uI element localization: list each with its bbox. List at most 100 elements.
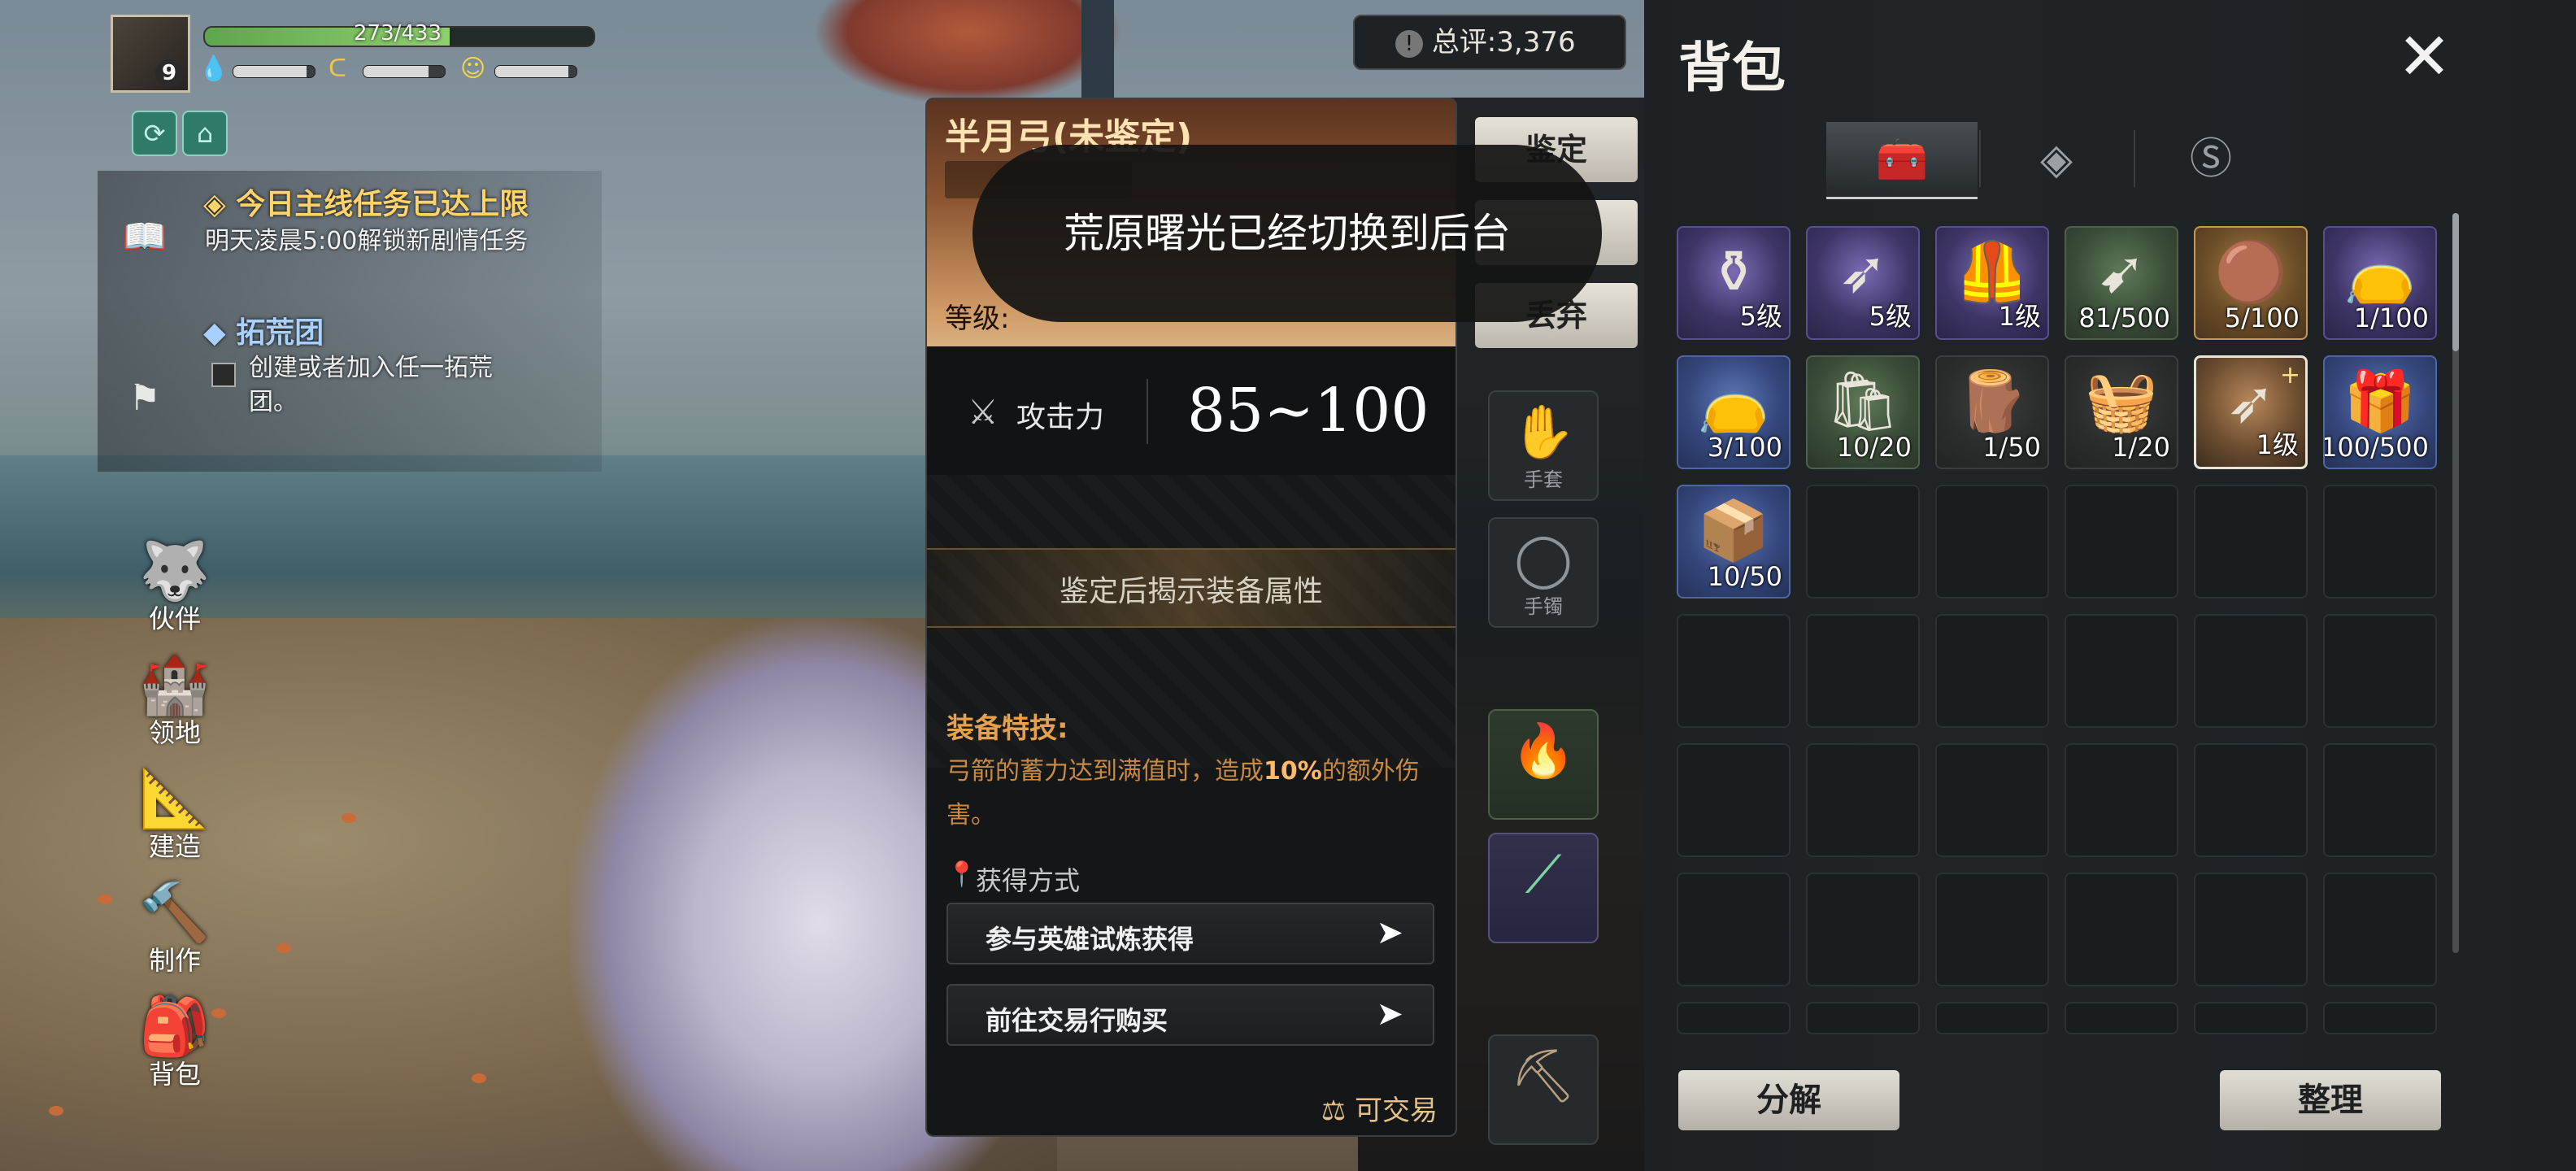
equip-slot-spear[interactable]: ⟋ xyxy=(1488,833,1599,943)
water-fill xyxy=(233,66,307,77)
main-quest-title-text: 今日主线任务已达上限 xyxy=(236,188,529,221)
inventory-slot-empty[interactable] xyxy=(1806,1002,1920,1034)
inventory-slot-item[interactable]: 🪵 1/50 xyxy=(1935,355,2049,469)
wolf-icon: 🐺 xyxy=(139,538,211,604)
build-icon: 📐 xyxy=(139,765,211,832)
inventory-slot-empty[interactable] xyxy=(1806,485,1920,599)
inventory-slot-empty[interactable] xyxy=(2065,485,2178,599)
supply-box-icon: 📦 xyxy=(1697,496,1770,564)
quest-panel[interactable]: 📖 ◈ 今日主线任务已达上限 明天凌晨5:00解锁新剧情任务 ⚑ ◆ 拓荒团 创… xyxy=(98,171,602,472)
inventory-slot-empty[interactable] xyxy=(2323,485,2437,599)
inventory-slot-empty[interactable] xyxy=(2323,873,2437,986)
tradable-tag: ⚖ 可交易 xyxy=(1321,1088,1438,1128)
item-quantity: 5/100 xyxy=(2224,303,2300,333)
equip-slot-torch[interactable]: 🔥 xyxy=(1488,709,1599,820)
decompose-button[interactable]: 分解 xyxy=(1678,1070,1899,1130)
equip-slot-bracelet[interactable]: ◯ 手镯 xyxy=(1488,517,1599,628)
attack-row: ⚔ 攻击力 85~100 xyxy=(927,346,1456,477)
inventory-slot-empty[interactable] xyxy=(1677,614,1791,728)
scrollbar-thumb[interactable] xyxy=(2452,213,2459,351)
potion-bag-icon: 👝 xyxy=(1697,367,1770,435)
item-quantity: 81/500 xyxy=(2078,303,2170,333)
upgrade-badge-icon: + xyxy=(2279,361,2300,390)
inventory-slot-item[interactable]: 🦺 1级 xyxy=(1935,226,2049,340)
inventory-slot-empty[interactable] xyxy=(2065,873,2178,986)
torch-icon: 🔥 xyxy=(1511,721,1576,781)
water-drop-icon: 💧 xyxy=(198,54,229,83)
inventory-slot-empty[interactable] xyxy=(1677,1002,1791,1034)
main-quest-title[interactable]: ◈ 今日主线任务已达上限 xyxy=(203,181,529,223)
spear-icon: ⟋ xyxy=(1525,845,1562,905)
inventory-slot-empty[interactable] xyxy=(1806,743,1920,857)
scale-icon: ⚖ xyxy=(1321,1095,1347,1127)
inventory-slot-empty[interactable] xyxy=(2065,743,2178,857)
inventory-slot-item[interactable]: 👝 1/100 xyxy=(2323,226,2437,340)
side-menu-build[interactable]: 📐 建造 xyxy=(130,764,220,864)
player-avatar[interactable]: 9 xyxy=(111,15,190,93)
inventory-slot-empty[interactable] xyxy=(2194,873,2308,986)
inventory-slot-empty[interactable] xyxy=(2323,743,2437,857)
inventory-slot-empty[interactable] xyxy=(1677,873,1791,986)
inventory-slot-empty[interactable] xyxy=(2194,485,2308,599)
tab-materials[interactable]: ◈ xyxy=(1981,122,2132,197)
inventory-slot-empty[interactable] xyxy=(2323,614,2437,728)
inventory-slot-item[interactable]: 🧺 1/20 xyxy=(2065,355,2178,469)
side-menu-backpack[interactable]: 🎒 背包 xyxy=(130,992,220,1091)
inventory-slot-item[interactable]: ⚱ 5级 xyxy=(1677,226,1791,340)
side-menu-territory[interactable]: 🏰 领地 xyxy=(130,651,220,750)
item-quantity: 100/500 xyxy=(2323,432,2429,463)
side-menu-craft[interactable]: 🔨 制作 xyxy=(130,878,220,977)
inventory-slot-item[interactable]: ➹ 81/500 xyxy=(2065,226,2178,340)
inventory-slot-empty[interactable] xyxy=(1935,485,2049,599)
side-menu-partner[interactable]: 🐺 伙伴 xyxy=(130,537,220,636)
leaf xyxy=(49,1106,63,1116)
obtain-title: 获得方式 xyxy=(976,865,1081,896)
quest-book-icon: 📖 xyxy=(122,216,168,258)
player-level: 9 xyxy=(155,59,183,87)
score-badge[interactable]: ! 总评:3,376 xyxy=(1353,15,1626,70)
guild-quest-title[interactable]: ◆ 拓荒团 xyxy=(203,309,324,351)
smile-icon: ☺ xyxy=(460,54,486,83)
buff-refresh-icon[interactable]: ⟳ xyxy=(132,111,177,156)
equip-slot-pickaxe[interactable]: ⛏ xyxy=(1488,1034,1599,1145)
glove-icon: ✋ xyxy=(1511,403,1576,463)
inventory-slot-empty[interactable] xyxy=(1935,743,2049,857)
inventory-slot-item[interactable]: 📦 10/50 xyxy=(1677,485,1791,599)
leaf xyxy=(472,1073,486,1083)
buff-home-icon[interactable]: ⌂ xyxy=(182,111,228,156)
inventory-slot-empty[interactable] xyxy=(1677,743,1791,857)
inventory-slot-empty[interactable] xyxy=(2065,614,2178,728)
sort-button[interactable]: 整理 xyxy=(2220,1070,2441,1130)
obtain-trade-button[interactable]: 前往交易行购买 ➤ xyxy=(946,984,1434,1046)
inventory-slot-empty[interactable] xyxy=(1935,614,2049,728)
inventory-slot-item[interactable]: 🎁 100/500 xyxy=(2323,355,2437,469)
inventory-slot-item[interactable]: ➶ 5级 xyxy=(1806,226,1920,340)
obtain-hero-trial-button[interactable]: 参与英雄试炼获得 ➤ xyxy=(946,903,1434,964)
equip-slot-gloves[interactable]: ✋ 手套 xyxy=(1488,390,1599,501)
inventory-slot-empty[interactable] xyxy=(1806,614,1920,728)
inventory-slot-empty[interactable] xyxy=(1935,1002,2049,1034)
inventory-slot-empty[interactable] xyxy=(1935,873,2049,986)
attack-label: 攻击力 xyxy=(1016,401,1105,434)
inventory-slot-empty[interactable] xyxy=(2194,743,2308,857)
inventory-slot-empty[interactable] xyxy=(2194,614,2308,728)
leather-icon: 🟤 xyxy=(2214,237,2287,306)
inventory-slot-item[interactable]: ➶ +1级 xyxy=(2194,355,2308,469)
inventory-slot-item[interactable]: 🟤 5/100 xyxy=(2194,226,2308,340)
autumn-tree xyxy=(813,0,1122,106)
castle-icon: 🏰 xyxy=(139,651,211,718)
inventory-slot-empty[interactable] xyxy=(2323,1002,2437,1034)
inventory-slot-empty[interactable] xyxy=(1806,873,1920,986)
inventory-slot-empty[interactable] xyxy=(2194,1002,2308,1034)
tab-currency[interactable]: Ⓢ xyxy=(2135,122,2287,197)
leaf xyxy=(98,895,112,904)
inventory-slot-item[interactable]: 👝 3/100 xyxy=(1677,355,1791,469)
tree-trunk xyxy=(1081,0,1114,98)
inventory-slot-item[interactable]: 🛍 10/20 xyxy=(1806,355,1920,469)
mood-fill xyxy=(495,66,568,77)
inventory-slot-empty[interactable] xyxy=(2065,1002,2178,1034)
tab-items[interactable]: 🧰 xyxy=(1826,122,1978,199)
close-icon[interactable]: ✕ xyxy=(2397,24,2452,89)
wood-icon: 🪵 xyxy=(1956,367,2029,435)
skill-desc: 弓箭的蓄力达到满值时，造成10%的额外伤害。 xyxy=(946,750,1434,838)
